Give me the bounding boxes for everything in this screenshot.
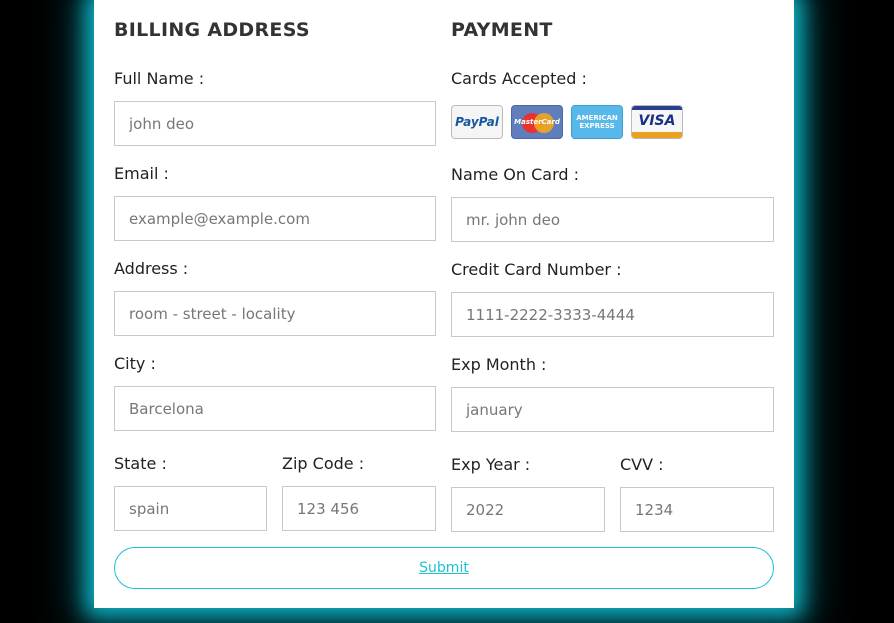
cards-accepted-label: Cards Accepted :: [451, 69, 587, 88]
full-name-input[interactable]: [114, 101, 436, 146]
card-number-label: Credit Card Number :: [451, 260, 622, 279]
amex-icon: AMERICAN EXPRESS: [571, 105, 623, 139]
state-input[interactable]: [114, 486, 267, 531]
name-on-card-input[interactable]: [451, 197, 774, 242]
exp-month-input[interactable]: [451, 387, 774, 432]
cvv-input[interactable]: [620, 487, 774, 532]
exp-year-label: Exp Year :: [451, 455, 531, 474]
full-name-label: Full Name :: [114, 69, 205, 88]
exp-year-input[interactable]: [451, 487, 605, 532]
cvv-label: CVV :: [620, 455, 664, 474]
paypal-icon: PayPal: [451, 105, 503, 139]
city-label: City :: [114, 354, 156, 373]
card-number-input[interactable]: [451, 292, 774, 337]
zip-code-label: Zip Code :: [282, 454, 365, 473]
email-label: Email :: [114, 164, 169, 183]
accepted-cards: PayPal MasterCard AMERICAN EXPRESS VISA: [451, 105, 691, 139]
visa-icon: VISA: [631, 105, 683, 139]
mastercard-icon: MasterCard: [511, 105, 563, 139]
address-input[interactable]: [114, 291, 436, 336]
checkout-form-card: BILLING ADDRESS Full Name : Email : Addr…: [94, 0, 794, 608]
zip-code-input[interactable]: [282, 486, 436, 531]
exp-month-label: Exp Month :: [451, 355, 547, 374]
name-on-card-label: Name On Card :: [451, 165, 580, 184]
address-label: Address :: [114, 259, 189, 278]
submit-button[interactable]: Submit: [114, 547, 774, 589]
city-input[interactable]: [114, 386, 436, 431]
payment-heading: PAYMENT: [451, 19, 553, 41]
billing-heading: BILLING ADDRESS: [114, 19, 310, 41]
state-label: State :: [114, 454, 167, 473]
email-input[interactable]: [114, 196, 436, 241]
